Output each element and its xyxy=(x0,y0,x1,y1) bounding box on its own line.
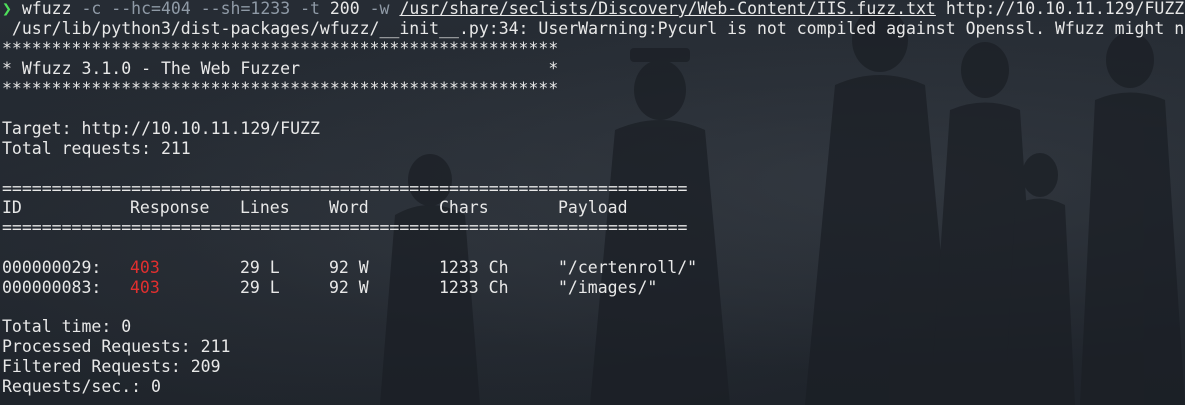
banner-stars-top: ****************************************… xyxy=(2,39,559,58)
results-header: ID Response Lines Word Chars Payload xyxy=(2,198,1102,218)
terminal-window[interactable]: ❯ wfuzz -c --hc=404 --sh=1233 -t 200 -w … xyxy=(0,0,1185,405)
table-row: 000000029: 403 29 L 92 W 1233 Ch "/certe… xyxy=(2,258,1102,278)
total-requests-line: Total requests: 211 xyxy=(2,139,191,158)
target-url-arg: http://10.10.11.129/FUZZ xyxy=(945,0,1185,18)
header-lines: Lines xyxy=(240,198,290,217)
result-lines: 29 L xyxy=(240,258,280,277)
header-chars: Chars xyxy=(439,198,489,217)
result-response: 403 xyxy=(130,258,160,277)
result-payload: "/certenroll/" xyxy=(558,258,698,277)
table-row: 000000083: 403 29 L 92 W 1233 Ch "/image… xyxy=(2,278,1102,298)
banner-title: * Wfuzz 3.1.0 - The Web Fuzzer * xyxy=(2,59,559,78)
prompt-arrow-icon: ❯ xyxy=(2,0,12,18)
result-chars: 1233 Ch xyxy=(439,278,509,297)
result-id: 000000029: xyxy=(2,258,102,277)
result-chars: 1233 Ch xyxy=(439,258,509,277)
separator-bottom: ========================================… xyxy=(2,218,688,237)
warning-line: /usr/lib/python3/dist-packages/wfuzz/__i… xyxy=(2,19,1185,38)
separator-top: ========================================… xyxy=(2,179,688,198)
result-lines: 29 L xyxy=(240,278,280,297)
command-program: wfuzz xyxy=(21,0,72,18)
threads-value: 200 xyxy=(329,0,360,18)
flag-t: -t xyxy=(300,0,320,18)
summary-total-time: Total time: 0 xyxy=(2,317,132,336)
header-payload: Payload xyxy=(558,198,628,217)
target-line: Target: http://10.10.11.129/FUZZ xyxy=(2,119,320,138)
result-id: 000000083: xyxy=(2,278,102,297)
result-word: 92 W xyxy=(329,258,369,277)
header-response: Response xyxy=(130,198,210,217)
flag-hc: --hc=404 xyxy=(111,0,191,18)
header-word: Word xyxy=(329,198,369,217)
flag-w: -w xyxy=(369,0,390,18)
result-response: 403 xyxy=(130,278,160,297)
command-line: ❯ wfuzz -c --hc=404 --sh=1233 -t 200 -w … xyxy=(2,0,1184,19)
flag-sh: --sh=1233 xyxy=(200,0,291,18)
summary-processed: Processed Requests: 211 xyxy=(2,337,231,356)
flag-c: -c xyxy=(81,0,102,18)
summary-filtered: Filtered Requests: 209 xyxy=(2,357,221,376)
wordlist-path[interactable]: /usr/share/seclists/Discovery/Web-Conten… xyxy=(399,0,935,18)
header-id: ID xyxy=(2,198,22,217)
result-payload: "/images/" xyxy=(558,278,658,297)
banner-stars-bottom: ****************************************… xyxy=(2,79,559,98)
summary-rate: Requests/sec.: 0 xyxy=(2,377,161,396)
result-word: 92 W xyxy=(329,278,369,297)
